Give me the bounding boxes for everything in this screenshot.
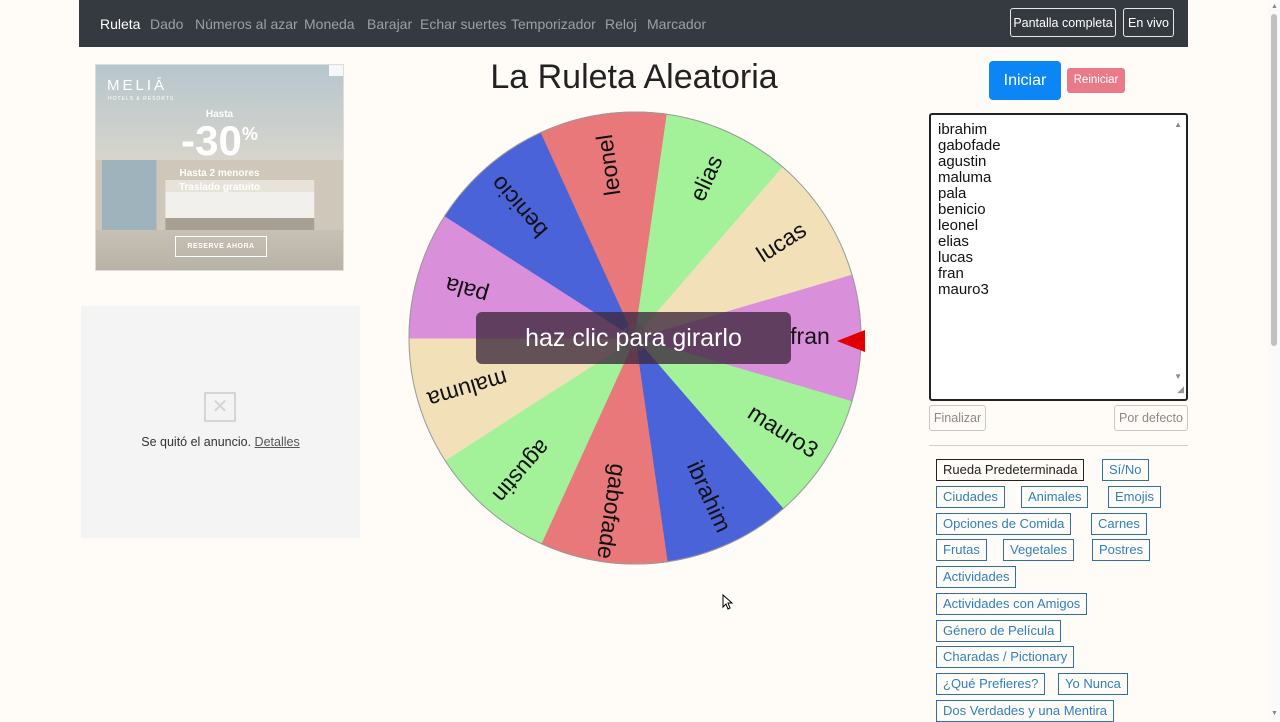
- name-entry: elias: [938, 233, 969, 250]
- preset-never-have-i[interactable]: Yo Nunca: [1058, 673, 1128, 695]
- scroll-up-icon[interactable]: ▲: [1271, 3, 1278, 10]
- preset-two-truths[interactable]: Dos Verdades y una Mentira: [936, 700, 1115, 722]
- name-entry: benicio: [938, 201, 986, 218]
- removed-ad-message: Se quitó el anuncio. Detalles: [141, 435, 300, 449]
- scroll-thumb[interactable]: [1271, 14, 1277, 346]
- nav-moneda[interactable]: Moneda: [304, 16, 355, 32]
- names-textarea[interactable]: ibrahim gabofade agustin maluma pala ben…: [929, 113, 1188, 401]
- name-entry: mauro3: [938, 281, 989, 298]
- name-entry: lucas: [938, 249, 974, 266]
- preset-animals[interactable]: Animales: [1021, 486, 1089, 508]
- name-entry: maluma: [938, 169, 992, 186]
- ad-cta-button[interactable]: RESERVE AHORA: [175, 236, 267, 257]
- ad-choices-icon[interactable]: [329, 65, 343, 76]
- preset-meats[interactable]: Carnes: [1091, 513, 1147, 535]
- nav-marcador[interactable]: Marcador: [647, 16, 706, 32]
- ad-discount: -30%: [181, 117, 258, 164]
- fullscreen-button[interactable]: Pantalla completa: [1010, 8, 1116, 37]
- wheel-segment-label: fran: [790, 323, 830, 349]
- nav-dado[interactable]: Dado: [150, 16, 183, 32]
- close-icon: ✕: [204, 392, 236, 422]
- nav-ruleta[interactable]: Ruleta: [100, 16, 140, 32]
- preset-activities-friends[interactable]: Actividades con Amigos: [936, 593, 1088, 615]
- preset-food-options[interactable]: Opciones de Comida: [936, 513, 1072, 535]
- preset-cities[interactable]: Ciudades: [936, 486, 1005, 508]
- name-entry: pala: [938, 185, 967, 202]
- start-button[interactable]: Iniciar: [989, 61, 1061, 100]
- section-divider: [929, 445, 1188, 446]
- mouse-cursor-icon: [722, 594, 734, 610]
- preset-emojis[interactable]: Emojis: [1108, 486, 1162, 508]
- name-entry: ibrahim: [938, 121, 988, 138]
- ad-details-link[interactable]: Detalles: [255, 435, 300, 449]
- preset-movie-genre[interactable]: Género de Película: [936, 620, 1062, 642]
- page-title: La Ruleta Aleatoria: [490, 58, 778, 96]
- page-scrollbar[interactable]: ▲ ▼: [1268, 0, 1280, 720]
- nav-numeros-al-azar[interactable]: Números al azar: [195, 16, 298, 32]
- name-entry: agustin: [938, 153, 987, 170]
- hotel-ad-banner[interactable]: MELIĀ HOTELS & RESORTS Hasta -30% Hasta …: [95, 64, 344, 271]
- ad-brand-logo: MELIĀ: [107, 77, 168, 94]
- name-entry: fran: [938, 265, 964, 282]
- preset-desserts[interactable]: Postres: [1092, 539, 1151, 561]
- resize-handle-icon[interactable]: ◢: [1177, 381, 1184, 397]
- nav-reloj[interactable]: Reloj: [605, 16, 637, 32]
- live-button[interactable]: En vivo: [1123, 8, 1174, 37]
- preset-vegetables[interactable]: Vegetales: [1003, 539, 1075, 561]
- reset-button[interactable]: Reiniciar: [1067, 68, 1125, 93]
- removed-ad-placeholder: ✕ Se quitó el anuncio. Detalles: [81, 306, 360, 538]
- top-navbar: Ruleta Dado Números al azar Moneda Baraj…: [79, 0, 1188, 47]
- name-entry: leonel: [938, 217, 979, 234]
- ad-line-2: Traslado gratuito: [178, 182, 261, 193]
- ad-line-1: Hasta 2 menores: [179, 168, 260, 179]
- nav-echar-suertes[interactable]: Echar suertes: [420, 16, 506, 32]
- preset-charades[interactable]: Charadas / Pictionary: [936, 646, 1075, 668]
- preset-yes-no[interactable]: Sí/No: [1102, 459, 1149, 481]
- preset-activities[interactable]: Actividades: [936, 566, 1017, 588]
- preset-would-you-rather[interactable]: ¿Qué Prefieres?: [936, 673, 1046, 695]
- nav-barajar[interactable]: Barajar: [367, 16, 412, 32]
- nav-temporizador[interactable]: Temporizador: [511, 16, 596, 32]
- preset-default-wheel[interactable]: Rueda Predeterminada: [936, 459, 1085, 481]
- finish-button[interactable]: Finalizar: [929, 405, 986, 431]
- default-button[interactable]: Por defecto: [1114, 405, 1188, 431]
- spin-prompt[interactable]: haz clic para girarlo: [476, 312, 791, 364]
- ad-brand-sub: HOTELS & RESORTS: [108, 96, 175, 102]
- textarea-scroll-up-icon[interactable]: ▲: [1174, 117, 1182, 133]
- name-entry: gabofade: [938, 137, 1001, 154]
- preset-fruits[interactable]: Frutas: [936, 539, 987, 561]
- wheel-pointer-icon: [837, 330, 865, 352]
- scroll-down-icon[interactable]: ▼: [1271, 710, 1278, 717]
